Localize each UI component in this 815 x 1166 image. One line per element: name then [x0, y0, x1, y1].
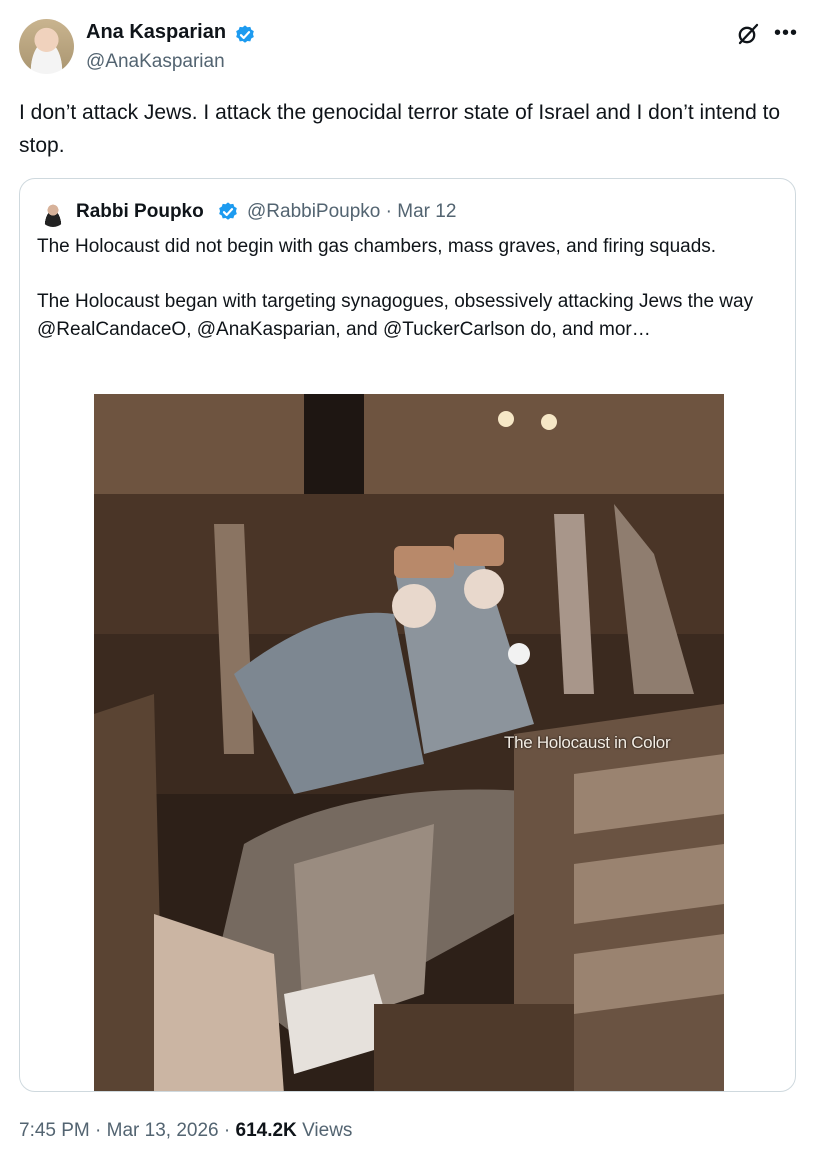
more-icon[interactable]: ••• [774, 22, 798, 45]
quoted-avatar[interactable] [40, 201, 66, 227]
verified-badge-icon [236, 25, 254, 43]
author-handle[interactable]: @AnaKasparian [86, 51, 225, 73]
views-count: 614.2K [235, 1120, 297, 1141]
quoted-date: Mar 12 [397, 201, 457, 222]
quoted-author-handle: @RabbiPoupko [247, 201, 381, 222]
quoted-text: The Holocaust did not begin with gas cha… [37, 233, 782, 371]
tweet-date[interactable]: Mar 13, 2026 [107, 1120, 219, 1141]
quoted-paragraph: The Holocaust began with targeting synag… [37, 291, 754, 340]
separator: · [223, 1120, 231, 1141]
grok-icon[interactable] [736, 22, 760, 46]
quoted-author-name: Rabbi Poupko [76, 201, 204, 222]
verified-badge-icon [219, 202, 237, 220]
tweet-text: I don’t attack Jews. I attack the genoci… [19, 101, 781, 157]
quoted-tweet[interactable]: Rabbi Poupko @RabbiPoupko · Mar 12 The H… [19, 178, 796, 1092]
author-name[interactable]: Ana Kasparian [86, 21, 226, 44]
image-watermark: The Holocaust in Color [504, 733, 671, 752]
tweet-time[interactable]: 7:45 PM [19, 1120, 90, 1141]
separator: · [95, 1120, 102, 1141]
tweet-meta: 7:45 PM · Mar 13, 2026 · 614.2K Views [19, 1120, 352, 1142]
quoted-paragraph: The Holocaust did not begin with gas cha… [37, 236, 717, 257]
views-label: Views [302, 1120, 353, 1141]
separator: · [385, 201, 392, 222]
avatar[interactable] [19, 19, 74, 74]
